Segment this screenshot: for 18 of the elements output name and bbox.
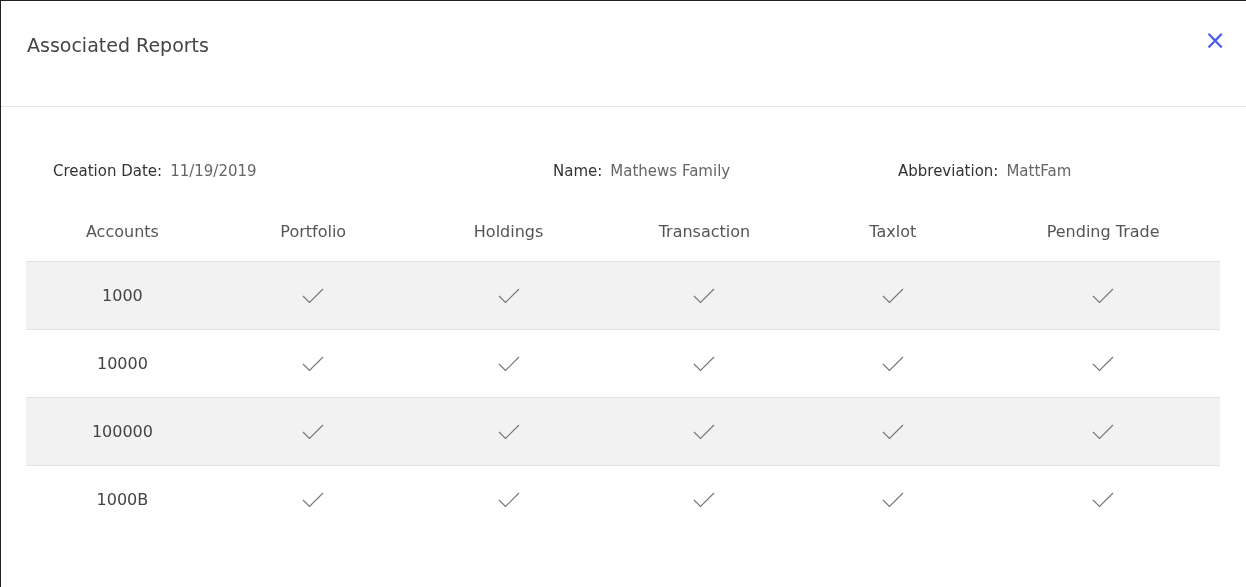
- account-number: 10000: [96, 354, 148, 373]
- field-value: MattFam: [1006, 162, 1072, 180]
- column-header: Holdings: [473, 222, 544, 241]
- account-number: 1000B: [96, 490, 149, 509]
- close-button[interactable]: ×: [1200, 23, 1230, 57]
- field-label: Name:: [553, 162, 603, 180]
- field-value: Mathews Family: [610, 162, 731, 180]
- column-header: Portfolio: [280, 222, 347, 241]
- field-label: Creation Date:: [53, 162, 163, 180]
- column-header: Transaction: [658, 222, 751, 241]
- column-header: Pending Trade: [1046, 222, 1160, 241]
- column-header: Accounts: [85, 222, 159, 241]
- field-label: Abbreviation:: [898, 162, 999, 180]
- field-value: 11/19/2019: [170, 162, 257, 180]
- dialog-title: Associated Reports: [27, 34, 209, 56]
- account-number: 1000: [102, 286, 143, 305]
- column-header: Taxlot: [869, 222, 917, 241]
- account-number: 100000: [91, 422, 153, 441]
